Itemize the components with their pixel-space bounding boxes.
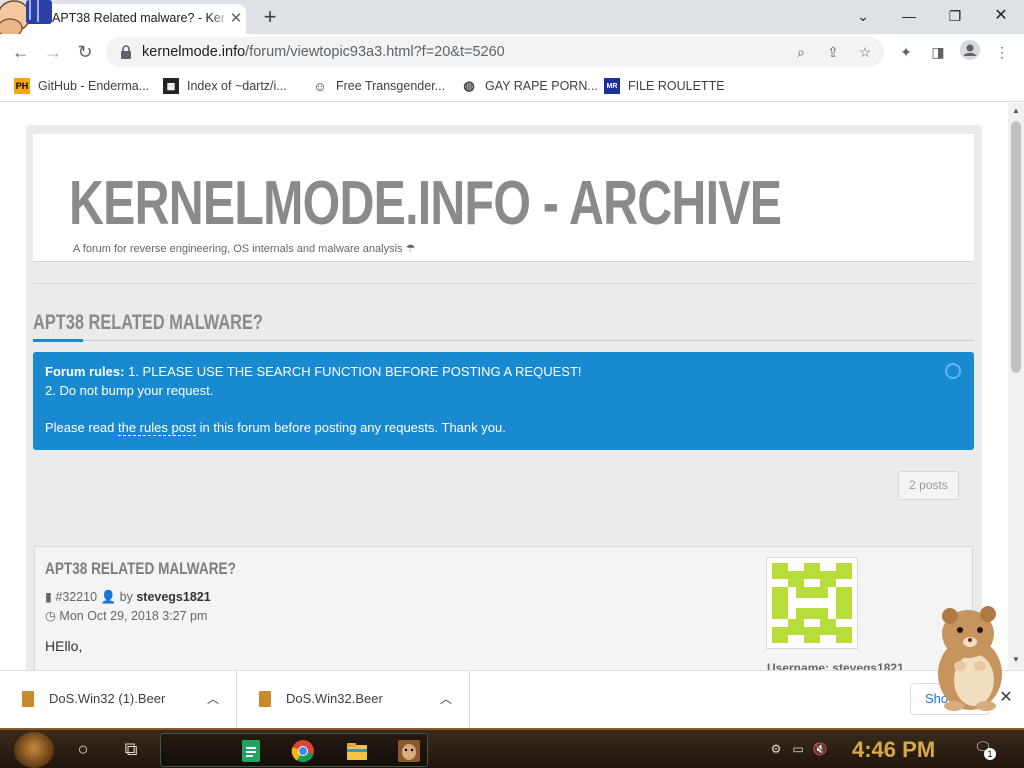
avatar[interactable] (766, 557, 858, 649)
forum-rules-box: Forum rules: 1. PLEASE USE THE SEARCH FU… (33, 352, 974, 450)
posts-count-badge: 2 posts (898, 471, 959, 500)
tab-close-icon[interactable]: ✕ (226, 9, 246, 29)
tab-title: APT38 Related malware? - Kernelmode (52, 11, 224, 25)
forum-wrapper: KERNELMODE.INFO - ARCHIVE A forum for re… (26, 125, 982, 670)
page-scrollbar[interactable]: ▲ ▼ (1008, 103, 1024, 670)
post-32210: APT38 RELATED MALWARE? ▮ #32210 👤 by ste… (34, 546, 973, 670)
address-bar[interactable]: kernelmode.info/forum/viewtopic93a3.html… (106, 37, 884, 67)
post-id-link[interactable]: #32210 (55, 590, 97, 604)
user-icon: 👤 (100, 590, 117, 604)
post-body: HEllo, (45, 638, 83, 654)
rules-close-icon[interactable] (945, 363, 961, 379)
bookmark-gay-rape[interactable]: ◍ GAY RAPE PORN... (461, 77, 597, 95)
file-explorer-icon[interactable] (345, 739, 369, 763)
taskbar-apps (160, 733, 428, 767)
bookmark-index-dartz[interactable]: ▦ Index of ~dartz/i... (163, 77, 287, 95)
extensions-icon[interactable]: ✦ (894, 40, 918, 64)
close-window-button[interactable]: ✕ (978, 0, 1024, 32)
file-icon (22, 691, 34, 707)
chevron-up-icon[interactable]: ︿ (438, 689, 454, 709)
post-meta: ▮ #32210 👤 by stevegs1821 (45, 590, 211, 604)
site-description: A forum for reverse engineering, OS inte… (73, 243, 416, 255)
site-title[interactable]: KERNELMODE.INFO - ARCHIVE (69, 168, 782, 239)
username-link[interactable]: stevegs1821 (832, 661, 903, 670)
minimize-button[interactable]: — (886, 0, 932, 32)
username-line: Username: stevegs1821 (767, 661, 904, 670)
clock-icon: ◷ (45, 609, 56, 623)
scroll-down-icon[interactable]: ▼ (1012, 656, 1020, 664)
topic-title[interactable]: APT38 RELATED MALWARE? (33, 311, 263, 335)
download-item-2[interactable]: DoS.Win32.Beer ︿ (237, 671, 470, 729)
chrome-app-icon[interactable] (291, 739, 315, 763)
file-icon (259, 691, 271, 707)
rules-line-2: 2. Do not bump your request. (45, 383, 214, 398)
chevron-up-icon[interactable]: ︿ (205, 689, 221, 709)
notification-count-badge: 1 (984, 748, 996, 760)
topic-divider (33, 340, 974, 341)
scroll-up-icon[interactable]: ▲ (1012, 107, 1020, 115)
tab-strip: APT38 Related malware? - Kernelmode ✕ + … (0, 0, 1024, 38)
post-author-link[interactable]: stevegs1821 (136, 590, 210, 604)
sheets-app-icon[interactable] (239, 739, 263, 763)
hamster-mascot-icon (938, 606, 1002, 711)
site-header: KERNELMODE.INFO - ARCHIVE A forum for re… (33, 134, 974, 262)
browser-toolbar: ← → ↻ kernelmode.info/forum/viewtopic93a… (0, 34, 1024, 70)
forward-button[interactable]: → (38, 37, 68, 67)
topic-divider-accent (33, 339, 83, 342)
reload-button[interactable]: ↻ (70, 37, 100, 67)
rules-post-link[interactable]: the rules post (118, 420, 197, 436)
kebab-menu-icon[interactable]: ⋮ (990, 40, 1014, 64)
bookmarks-bar: PH GitHub - Enderma... ▦ Index of ~dartz… (0, 70, 1024, 102)
network-icon[interactable]: ▭ (790, 741, 806, 757)
new-tab-button[interactable]: + (256, 4, 284, 30)
globe-icon: ◍ (463, 78, 475, 93)
ph-logo-icon: PH (14, 78, 30, 94)
bookmark-github[interactable]: PH GitHub - Enderma... (14, 77, 149, 95)
rules-line-3: Please read the rules post in this forum… (45, 420, 506, 436)
profile-avatar-icon[interactable] (958, 40, 982, 64)
tab-search-chevron-icon[interactable]: ⌄ (840, 0, 886, 32)
zoom-search-icon[interactable]: ⌕ (790, 41, 812, 63)
back-button[interactable]: ← (6, 37, 36, 67)
lock-icon[interactable] (118, 44, 134, 60)
bookmark-star-icon[interactable]: ☆ (854, 41, 876, 63)
bookmark-file-roulette[interactable]: MR FILE ROULETTE (604, 77, 725, 95)
scroll-thumb[interactable] (1011, 121, 1021, 373)
url-text[interactable]: kernelmode.info/forum/viewtopic93a3.html… (142, 44, 505, 60)
download-item-1[interactable]: DoS.Win32 (1).Beer ︿ (0, 671, 237, 729)
cortana-icon[interactable]: ○ (72, 738, 94, 760)
face-icon: ☺ (313, 78, 327, 94)
identicon-avatar (772, 563, 852, 643)
grid-thumbnail-icon: ▦ (163, 78, 179, 94)
volume-muted-icon[interactable]: 🔇 (812, 741, 828, 757)
mr-logo-icon: MR (604, 78, 620, 94)
share-icon[interactable]: ⇪ (822, 41, 844, 63)
taskbar: ○ ⧉ ⚙ ▭ 🔇 4:46 PM 🗨 1 (0, 728, 1024, 768)
restore-button[interactable]: ❐ (932, 0, 978, 32)
divider (33, 283, 974, 284)
download-bar: DoS.Win32 (1).Beer ︿ DoS.Win32.Beer ︿ Sh… (0, 670, 1024, 729)
side-panel-icon[interactable]: ◨ (926, 40, 950, 64)
post-title[interactable]: APT38 RELATED MALWARE? (45, 559, 236, 579)
rules-line-1: Forum rules: 1. PLEASE USE THE SEARCH FU… (45, 364, 582, 379)
bookmark-free-transgender[interactable]: ☺ Free Transgender... (312, 77, 445, 95)
page-viewport: KERNELMODE.INFO - ARCHIVE A forum for re… (0, 103, 1008, 670)
tray-gear-icon[interactable]: ⚙ (768, 741, 784, 757)
bookmark-icon: ▮ (45, 590, 52, 604)
hamster-app-icon[interactable] (397, 739, 421, 763)
start-button[interactable] (14, 732, 54, 768)
task-view-icon[interactable]: ⧉ (120, 738, 142, 760)
taskbar-clock[interactable]: 4:46 PM (852, 737, 935, 763)
post-date: ◷ Mon Oct 29, 2018 3:27 pm (45, 609, 208, 623)
